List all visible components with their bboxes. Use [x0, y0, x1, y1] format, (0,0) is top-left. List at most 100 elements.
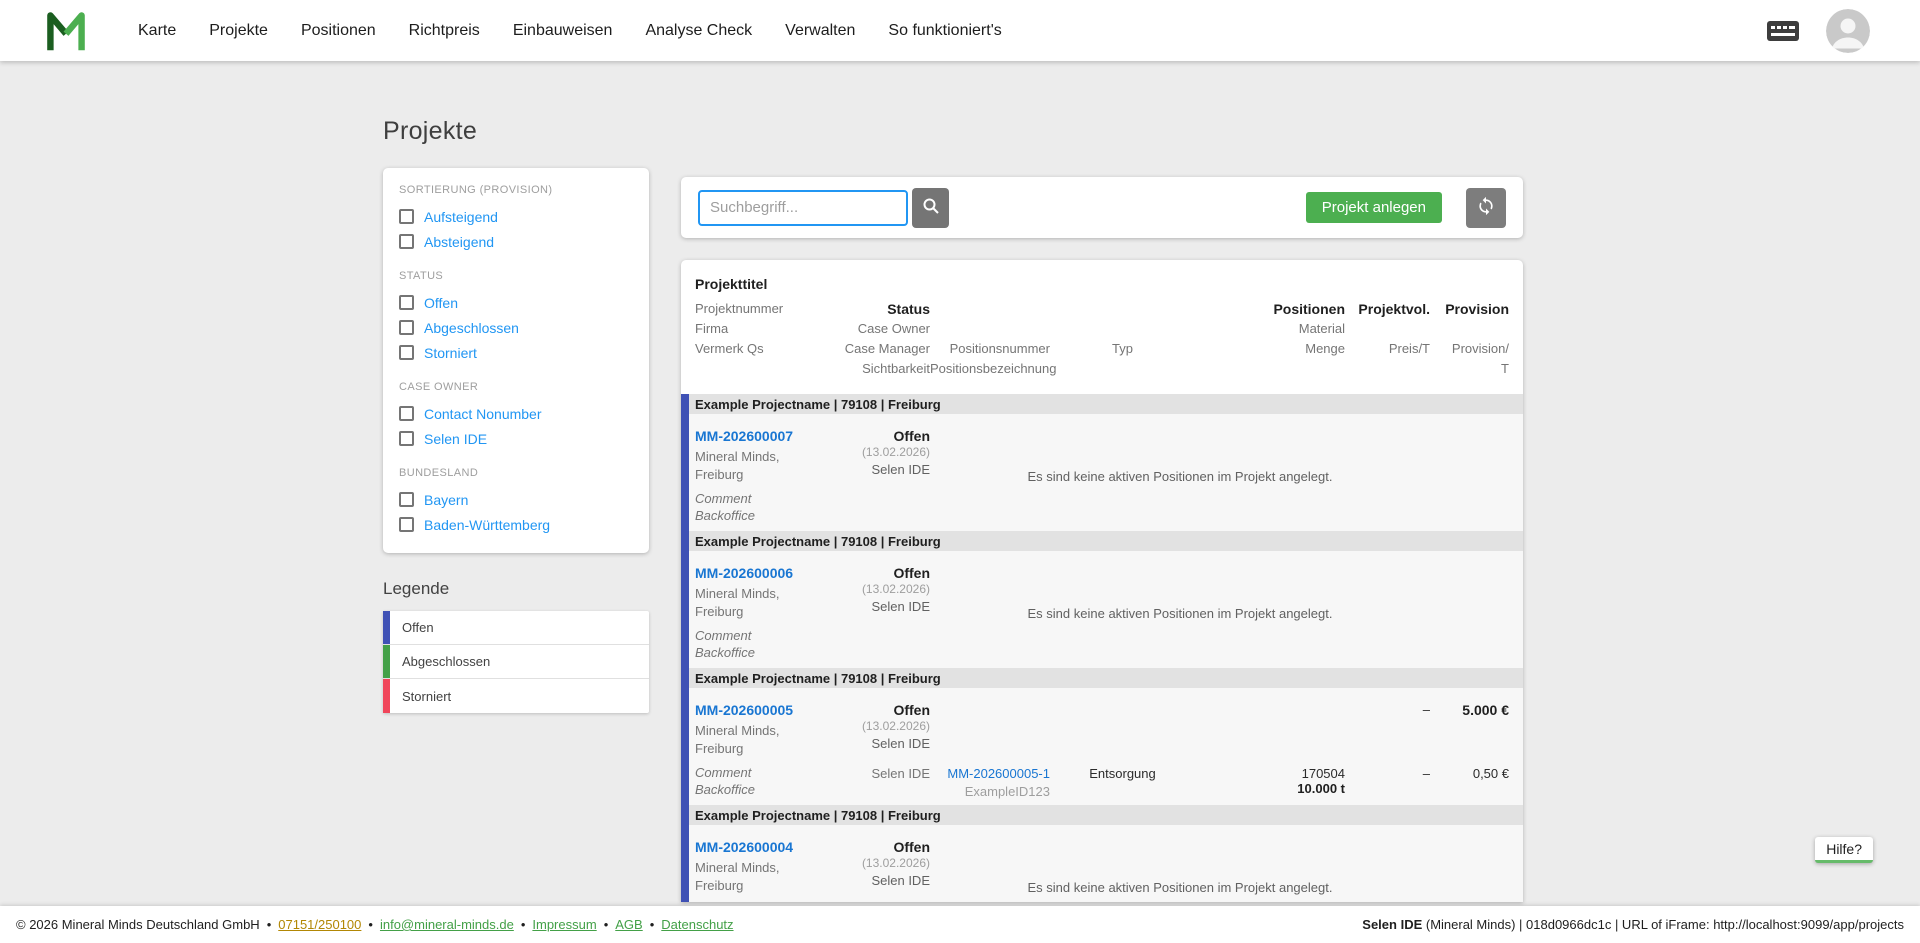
- navbar: Karte Projekte Positionen Richtpreis Ein…: [0, 0, 1920, 61]
- nav-item-karte[interactable]: Karte: [138, 22, 176, 40]
- project-group-title: Example Projectname | 79108 | Freiburg: [695, 396, 941, 412]
- project-group-title: Example Projectname | 79108 | Freiburg: [695, 670, 941, 686]
- projects-main: Projekt anlegen Projekttitel Projektnumm…: [681, 168, 1523, 902]
- col-positionsbezeichnung: Positionsbezeichnung: [930, 361, 1057, 376]
- project-group[interactable]: Example Projectname | 79108 | Freiburg M…: [681, 805, 1523, 902]
- project-number-link[interactable]: MM-202600006: [695, 565, 793, 581]
- checkbox-aufsteigend[interactable]: [399, 209, 414, 224]
- project-group[interactable]: Example Projectname | 79108 | Freiburg M…: [681, 668, 1523, 805]
- project-number-link[interactable]: MM-202600004: [695, 839, 793, 855]
- legend-color-open: [383, 611, 390, 644]
- footer-impressum-link[interactable]: Impressum: [532, 917, 596, 932]
- project-cell-status: Offen (13.02.2026) Selen IDE: [835, 839, 930, 888]
- position-cell-menge: 170504 10.000 t: [1195, 766, 1345, 796]
- nav-item-projekte[interactable]: Projekte: [209, 22, 268, 40]
- avatar-icon[interactable]: [1826, 8, 1870, 53]
- magnifier-icon: [922, 197, 940, 218]
- mineral-minds-logo-icon[interactable]: [44, 9, 88, 53]
- project-backoffice: Backoffice: [695, 782, 755, 797]
- sync-icon: [1476, 196, 1496, 219]
- checkbox-baden-wuerttemberg[interactable]: [399, 517, 414, 532]
- checkbox-bayern[interactable]: [399, 492, 414, 507]
- refresh-button[interactable]: [1466, 187, 1506, 228]
- legend-title: Legende: [383, 579, 450, 598]
- filter-section-bundesland: BUNDESLAND Bayern Baden-Württemberg: [399, 467, 633, 537]
- project-backoffice: Backoffice: [695, 645, 755, 660]
- filter-option-baden-wuerttemberg[interactable]: Baden-Württemberg: [399, 512, 633, 537]
- filter-option-label: Contact Nonumber: [424, 405, 542, 422]
- footer-separator: •: [649, 917, 655, 932]
- filter-panel: SORTIERUNG (PROVISION) Aufsteigend Abste…: [383, 168, 649, 553]
- project-comment: Comment: [695, 491, 752, 506]
- search-button[interactable]: [912, 187, 949, 228]
- filter-option-bayern[interactable]: Bayern: [399, 487, 633, 512]
- col-positionen: Positionen: [1273, 301, 1345, 317]
- footer-phone-link[interactable]: 07151/250100: [278, 917, 361, 932]
- col-menge: Menge: [1305, 341, 1345, 356]
- checkbox-absteigend[interactable]: [399, 234, 414, 249]
- footer-copyright: © 2026 Mineral Minds Deutschland GmbH: [16, 917, 260, 932]
- nav-item-analyse-check[interactable]: Analyse Check: [645, 22, 752, 40]
- footer-agb-link[interactable]: AGB: [615, 917, 642, 932]
- nav-item-einbauweisen[interactable]: Einbauweisen: [513, 22, 613, 40]
- position-case-manager: Selen IDE: [871, 765, 930, 781]
- position-number-link[interactable]: MM-202600005-1: [930, 766, 1050, 781]
- filter-option-contact-nonumber[interactable]: Contact Nonumber: [399, 401, 633, 426]
- project-group[interactable]: Example Projectname | 79108 | Freiburg M…: [681, 531, 1523, 668]
- nav-right: [1766, 8, 1870, 53]
- legend-item-abgeschlossen: Abgeschlossen: [383, 645, 649, 679]
- project-cell-status: Offen (13.02.2026) Selen IDE: [835, 565, 930, 614]
- footer: © 2026 Mineral Minds Deutschland GmbH • …: [0, 906, 1920, 943]
- footer-email-link[interactable]: info@mineral-minds.de: [380, 917, 514, 932]
- nav-item-so-funktionierts[interactable]: So funktioniert's: [888, 22, 1001, 40]
- col-typ: Typ: [1112, 341, 1133, 356]
- col-projektvol: Projektvol.: [1358, 301, 1430, 317]
- project-group-title: Example Projectname | 79108 | Freiburg: [695, 533, 941, 549]
- search-input[interactable]: [698, 189, 908, 226]
- filter-option-absteigend[interactable]: Absteigend: [399, 229, 633, 254]
- project-group-header: Example Projectname | 79108 | Freiburg: [681, 531, 1523, 551]
- toolbar: Projekt anlegen: [681, 177, 1523, 238]
- filter-option-label: Bayern: [424, 491, 469, 508]
- col-provision-t-1: Provision/: [1451, 341, 1509, 356]
- footer-datenschutz-link[interactable]: Datenschutz: [661, 917, 733, 932]
- project-cell-status: Offen (13.02.2026) Selen IDE: [835, 702, 930, 751]
- project-owner: Selen IDE: [871, 736, 930, 751]
- project-number-link[interactable]: MM-202600007: [695, 428, 793, 444]
- footer-left: © 2026 Mineral Minds Deutschland GmbH • …: [16, 917, 734, 932]
- checkbox-storniert[interactable]: [399, 345, 414, 360]
- filter-option-label: Absteigend: [424, 233, 495, 250]
- col-vermerk-qs: Vermerk Qs: [695, 341, 764, 356]
- nav-item-positionen[interactable]: Positionen: [301, 22, 376, 40]
- project-number-link[interactable]: MM-202600005: [695, 702, 793, 718]
- filter-option-abgeschlossen[interactable]: Abgeschlossen: [399, 315, 633, 340]
- col-firma: Firma: [695, 321, 729, 336]
- filter-option-aufsteigend[interactable]: Aufsteigend: [399, 204, 633, 229]
- checkbox-offen[interactable]: [399, 295, 414, 310]
- col-preis-t: Preis/T: [1388, 341, 1430, 356]
- project-group-header: Example Projectname | 79108 | Freiburg: [681, 394, 1523, 414]
- no-positions-note: Es sind keine aktiven Positionen im Proj…: [1027, 606, 1333, 621]
- col-sichtbarkeit: Sichtbarkeit: [862, 361, 930, 376]
- legend-label: Abgeschlossen: [402, 654, 491, 669]
- col-provision: Provision: [1445, 301, 1509, 317]
- filter-option-storniert[interactable]: Storniert: [399, 340, 633, 365]
- legend-label: Offen: [402, 620, 434, 635]
- nav-item-verwalten[interactable]: Verwalten: [785, 22, 855, 40]
- col-case-manager: Case Manager: [844, 341, 930, 356]
- filter-option-label: Storniert: [424, 344, 477, 361]
- checkbox-selen-ide[interactable]: [399, 431, 414, 446]
- project-company: Mineral Minds, Freiburg: [695, 723, 780, 756]
- checkbox-abgeschlossen[interactable]: [399, 320, 414, 335]
- project-cell-status: Offen (13.02.2026) Selen IDE: [835, 428, 930, 477]
- nav-item-richtpreis[interactable]: Richtpreis: [409, 22, 480, 40]
- create-project-button[interactable]: Projekt anlegen: [1305, 192, 1442, 223]
- help-button[interactable]: Hilfe?: [1815, 837, 1873, 863]
- project-cell-title: MM-202600004 Mineral Minds, Freiburg: [695, 839, 835, 895]
- project-group[interactable]: Example Projectname | 79108 | Freiburg M…: [681, 394, 1523, 531]
- keyboard-icon[interactable]: [1766, 20, 1800, 42]
- filter-option-selen-ide[interactable]: Selen IDE: [399, 426, 633, 451]
- filter-option-offen[interactable]: Offen: [399, 290, 633, 315]
- filter-option-label: Aufsteigend: [424, 208, 498, 225]
- checkbox-contact-nonumber[interactable]: [399, 406, 414, 421]
